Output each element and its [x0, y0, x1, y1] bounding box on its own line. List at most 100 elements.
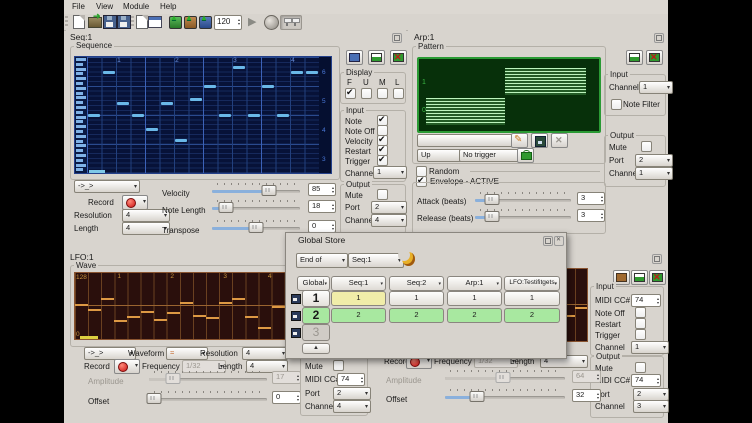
lfo2-output-mute-checkbox[interactable]	[635, 362, 646, 373]
lfo1-output-channel-combo[interactable]: 4	[333, 400, 371, 413]
dialog-float-button[interactable]	[543, 236, 553, 246]
jack-sync-button[interactable]	[280, 14, 304, 30]
store-row3-save-icon[interactable]	[291, 328, 301, 338]
lfo1-amplitude-spinbox[interactable]: 17	[272, 371, 301, 384]
arp-release-slider[interactable]	[475, 208, 571, 222]
input-trigger-checkbox[interactable]	[377, 155, 388, 166]
store-slot1-button[interactable]: 1	[302, 290, 330, 307]
arp-edit-pattern-button[interactable]: ✎	[511, 133, 528, 148]
run-button[interactable]: ▶	[244, 14, 262, 30]
lfo2-amplitude-spinbox[interactable]: 64	[572, 370, 601, 383]
store-cell-arp1-1[interactable]: 1	[447, 291, 502, 306]
arp-note-filter-checkbox[interactable]	[611, 99, 622, 110]
lfo2-output-channel-combo[interactable]: 3	[633, 400, 669, 413]
arp-latch-button[interactable]	[517, 148, 534, 163]
lfo1-offset-spinbox[interactable]: 0	[272, 391, 301, 404]
seq-note-length-slider[interactable]	[212, 199, 300, 213]
midi-clock-button[interactable]	[262, 14, 280, 30]
lfo1-output-mute-checkbox[interactable]	[333, 360, 344, 371]
arp-output-channel-combo[interactable]: 1	[635, 167, 673, 180]
event-log-button[interactable]	[146, 14, 164, 30]
seq-clone-button[interactable]	[346, 50, 363, 65]
lfo2-output-cc-spinbox[interactable]: 74	[631, 374, 661, 387]
seq-delete-button[interactable]: ✕	[390, 50, 407, 65]
lfo1-resolution-combo[interactable]: 4	[242, 347, 288, 360]
seq-note-length-spinbox[interactable]: 18	[308, 200, 336, 213]
store-cell-lfo-2[interactable]: 2	[504, 308, 560, 323]
arp-rename-button[interactable]	[626, 50, 643, 65]
store-column-lfo[interactable]: LFO:Testifitgets	[504, 276, 560, 291]
lfo2-restart-checkbox[interactable]	[635, 318, 646, 329]
seq-velocity-spinbox[interactable]: 85	[308, 183, 336, 196]
arp-output-port-combo[interactable]: 2	[635, 154, 673, 167]
arp-float-button[interactable]	[654, 33, 664, 43]
display-lower-checkbox[interactable]	[393, 88, 404, 99]
arp-attack-spinbox[interactable]: 3	[577, 192, 605, 205]
lfo2-float-button[interactable]	[652, 254, 662, 264]
menu-file[interactable]: File	[68, 1, 89, 13]
seq-note-grid[interactable]: 1 2 3 4	[87, 57, 319, 173]
display-upper-checkbox[interactable]	[361, 88, 372, 99]
seq-output-mute-checkbox[interactable]	[377, 189, 388, 200]
lfo2-delete-button[interactable]: ✕	[649, 270, 666, 285]
store-restore-time-combo[interactable]: End of	[296, 253, 348, 268]
seq-record-button[interactable]	[122, 195, 148, 210]
store-cell-seq1-2[interactable]: 2	[331, 308, 386, 323]
store-row1-save-icon[interactable]	[291, 294, 301, 304]
seq-input-channel-combo[interactable]: 1	[373, 166, 407, 179]
seq-float-button[interactable]	[392, 33, 402, 43]
arp-pattern-combo[interactable]	[417, 134, 519, 147]
store-slot2-button[interactable]: 2	[302, 307, 330, 324]
lfo2-offset-spinbox[interactable]: 32	[572, 389, 601, 402]
lfo2-trigger-checkbox[interactable]	[635, 329, 646, 340]
arp-output-mute-checkbox[interactable]	[641, 141, 652, 152]
store-slot3-button[interactable]: 3	[302, 324, 330, 341]
seq-pianoroll-display[interactable]: 1 2 3 4 6 5 4 3	[74, 56, 332, 174]
seq-rename-button[interactable]	[368, 50, 385, 65]
store-column-arp1[interactable]: Arp:1	[447, 276, 502, 291]
add-seq-button[interactable]	[196, 14, 214, 30]
arp-release-spinbox[interactable]: 3	[577, 209, 605, 222]
store-row2-save-icon[interactable]	[291, 311, 301, 321]
lfo2-input-channel-combo[interactable]: 1	[631, 341, 669, 354]
lfo2-offset-slider[interactable]	[445, 388, 565, 402]
seq-velocity-slider[interactable]	[212, 182, 300, 196]
store-cell-seq1-1[interactable]: 1	[331, 291, 386, 306]
arp-input-channel-combo[interactable]: 1	[639, 81, 673, 94]
lfo1-output-cc-spinbox[interactable]: 74	[337, 373, 365, 386]
store-collapse-button[interactable]: ▲	[302, 343, 330, 354]
lfo1-wave-display[interactable]: 128 0 1 2 3 4	[74, 272, 288, 340]
lfo2-rename-button[interactable]	[631, 270, 648, 285]
dialog-close-button[interactable]	[554, 236, 564, 246]
store-cell-seq2-1[interactable]: 1	[389, 291, 444, 306]
store-column-seq1[interactable]: Seq:1	[331, 276, 386, 291]
seq-output-port-combo[interactable]: 2	[371, 201, 407, 214]
arp-pattern-display[interactable]: 1 0	[417, 57, 601, 133]
store-cell-lfo-1[interactable]: 1	[504, 291, 560, 306]
menu-module[interactable]: Module	[119, 1, 153, 13]
store-cell-arp1-2[interactable]: 2	[447, 308, 502, 323]
store-restore-module-combo[interactable]: Seq:1	[348, 253, 404, 268]
lfo1-amplitude-slider[interactable]	[149, 370, 267, 384]
lfo1-offset-slider[interactable]	[149, 390, 267, 404]
lfo2-amplitude-slider[interactable]	[445, 369, 565, 383]
seq-transpose-slider[interactable]	[212, 219, 300, 233]
seq-loop-mode-combo[interactable]: ->_>	[74, 180, 140, 193]
seq-output-channel-combo[interactable]: 4	[371, 214, 407, 227]
lfo2-note-off-checkbox[interactable]	[635, 307, 646, 318]
tempo-spinbox[interactable]: 120	[214, 15, 242, 30]
toolbar-handle[interactable]	[65, 16, 68, 28]
store-column-seq2[interactable]: Seq:2	[389, 276, 444, 291]
display-full-checkbox[interactable]	[345, 88, 356, 99]
arp-attack-slider[interactable]	[475, 191, 571, 205]
lfo2-input-cc-spinbox[interactable]: 74	[631, 294, 661, 307]
lfo1-record-button[interactable]	[114, 359, 140, 374]
arp-delete-button[interactable]: ✕	[646, 50, 663, 65]
menu-help[interactable]: Help	[156, 1, 180, 13]
arp-delete-pattern-button[interactable]: ✕	[551, 133, 568, 148]
arp-store-pattern-button[interactable]	[531, 133, 548, 148]
store-cell-seq2-2[interactable]: 2	[389, 308, 444, 323]
display-mid-checkbox[interactable]	[377, 88, 388, 99]
store-column-global[interactable]: Global	[297, 276, 330, 291]
lfo1-output-port-combo[interactable]: 2	[333, 387, 371, 400]
